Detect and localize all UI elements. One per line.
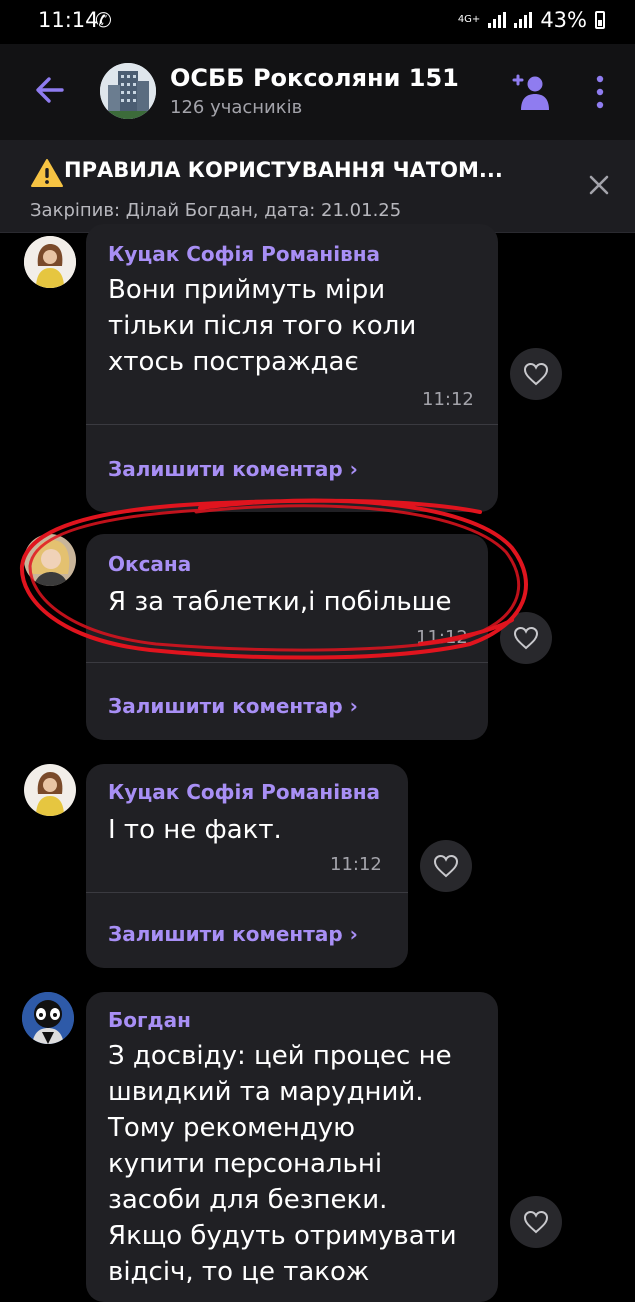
group-avatar[interactable] <box>100 63 156 119</box>
back-arrow-icon[interactable] <box>32 72 68 108</box>
heart-icon <box>523 362 549 386</box>
signal-icon <box>488 12 507 28</box>
sender-name[interactable]: Куцак Софія Романівна <box>108 780 380 804</box>
message-line: тільки після того коли <box>108 311 417 341</box>
message-line: хтось постраждає <box>108 347 359 377</box>
pinned-message[interactable]: ПРАВИЛА КОРИСТУВАННЯ ЧАТОМ... Закріпив: … <box>0 140 635 233</box>
message-item: Богдан З досвіду: цей процес не швидкий … <box>0 990 635 1302</box>
close-pinned-icon[interactable] <box>586 172 612 198</box>
group-title[interactable]: ОСББ Роксоляни 151 <box>170 64 459 92</box>
message-line: Тому рекомендую <box>108 1113 356 1143</box>
message-item: Оксана Я за таблетки,і побільше 11:12 За… <box>0 532 635 742</box>
add-member-icon[interactable] <box>508 70 552 114</box>
message-line: засоби для безпеки. <box>108 1185 388 1215</box>
pinned-meta: Закріпив: Ділай Богдан, дата: 21.01.25 <box>30 200 402 221</box>
message-time: 11:12 <box>422 389 474 410</box>
message-bubble[interactable]: Куцак Софія Романівна Вони приймуть міри… <box>86 224 498 512</box>
message-line: відсіч, то це також <box>108 1257 370 1287</box>
message-text: З досвіду: цей процес не швидкий та мару… <box>108 1038 457 1290</box>
status-bar: 11:14 ✆ 4G+ 43% <box>0 0 635 44</box>
battery-percent: 43% <box>540 8 587 32</box>
battery-icon <box>595 11 605 29</box>
sender-name[interactable]: Оксана <box>108 552 191 576</box>
like-button[interactable] <box>510 348 562 400</box>
sender-avatar[interactable] <box>24 764 76 816</box>
message-line: швидкий та марудний. <box>108 1077 424 1107</box>
heart-icon <box>433 854 459 878</box>
message-line: З досвіду: цей процес не <box>108 1041 452 1071</box>
network-type: 4G+ <box>457 14 481 25</box>
message-bubble[interactable]: Куцак Софія Романівна І то не факт. 11:1… <box>86 764 408 968</box>
message-item: Куцак Софія Романівна Вони приймуть міри… <box>0 224 635 512</box>
divider <box>86 662 488 663</box>
message-line: І то не факт. <box>108 815 282 845</box>
pinned-title: ПРАВИЛА КОРИСТУВАННЯ ЧАТОМ... <box>64 158 503 182</box>
sender-avatar[interactable] <box>24 236 76 288</box>
leave-comment-link[interactable]: Залишити коментар › <box>108 457 358 481</box>
message-bubble[interactable]: Оксана Я за таблетки,і побільше 11:12 За… <box>86 534 488 740</box>
message-item: Куцак Софія Романівна І то не факт. 11:1… <box>0 762 635 972</box>
message-bubble[interactable]: Богдан З досвіду: цей процес не швидкий … <box>86 992 498 1302</box>
wifi-calling-icon: ✆ <box>95 8 112 32</box>
message-line: Вони приймуть міри <box>108 275 386 305</box>
warning-icon <box>31 159 63 187</box>
sender-name[interactable]: Богдан <box>108 1008 191 1032</box>
message-text: Вони приймуть міри тільки після того кол… <box>108 272 416 380</box>
message-time: 11:12 <box>416 627 468 648</box>
divider <box>86 892 408 893</box>
divider <box>86 424 498 425</box>
group-members-count[interactable]: 126 учасників <box>170 97 302 118</box>
signal-icon-2 <box>514 12 533 28</box>
like-button[interactable] <box>500 612 552 664</box>
message-time: 11:12 <box>330 854 382 875</box>
status-time: 11:14 <box>38 8 99 32</box>
message-line: купити персональні <box>108 1149 383 1179</box>
heart-icon <box>523 1210 549 1234</box>
message-line: Якщо будуть отримувати <box>108 1221 457 1251</box>
heart-icon <box>513 626 539 650</box>
more-options-icon[interactable] <box>590 72 610 112</box>
sender-avatar[interactable] <box>24 534 76 586</box>
like-button[interactable] <box>420 840 472 892</box>
status-indicators: 4G+ 43% <box>458 8 605 32</box>
message-text: І то не факт. <box>108 812 282 848</box>
message-line: Я за таблетки,і побільше <box>108 587 452 617</box>
chat-header: ОСББ Роксоляни 151 126 учасників <box>0 44 635 140</box>
like-button[interactable] <box>510 1196 562 1248</box>
sender-name[interactable]: Куцак Софія Романівна <box>108 242 380 266</box>
sender-avatar[interactable] <box>22 992 74 1044</box>
message-text: Я за таблетки,і побільше <box>108 584 451 620</box>
leave-comment-link[interactable]: Залишити коментар › <box>108 922 358 946</box>
leave-comment-link[interactable]: Залишити коментар › <box>108 694 358 718</box>
